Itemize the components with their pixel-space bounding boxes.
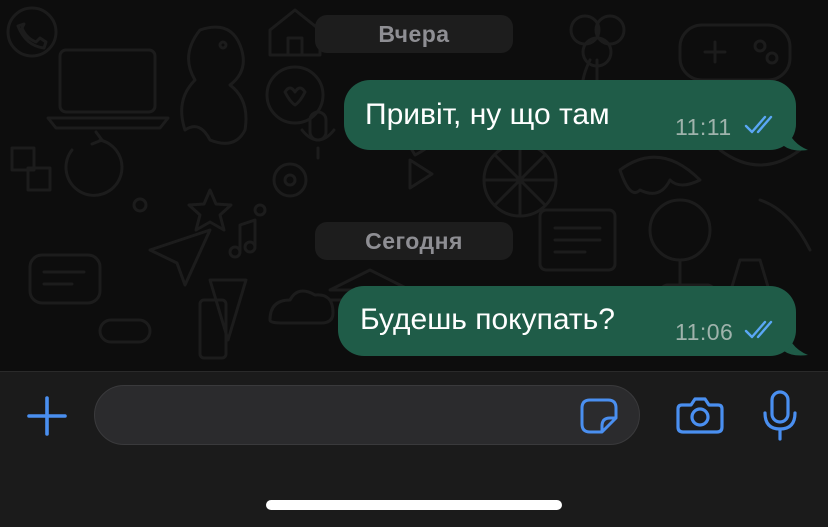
message-text: Будешь покупать? (360, 303, 615, 336)
chat-area[interactable]: Вчера Привіт, ну що там 11:11 Сегодня Бу… (0, 0, 828, 371)
message-timestamp: 11:06 (675, 319, 734, 345)
sticker-icon[interactable] (580, 398, 618, 434)
message-input-bar (0, 371, 828, 527)
message-timestamp: 11:11 (675, 114, 732, 140)
plus-icon[interactable] (26, 395, 68, 437)
date-separator-yesterday: Вчера (315, 15, 513, 53)
home-indicator[interactable] (266, 500, 562, 510)
message-input[interactable] (94, 385, 640, 445)
chat-screen: Вчера Привіт, ну що там 11:11 Сегодня Бу… (0, 0, 828, 527)
input-bar-divider (0, 371, 828, 372)
message-bubble-outgoing[interactable]: Будешь покупать? 11:06 (338, 286, 796, 356)
microphone-icon[interactable] (761, 389, 799, 443)
message-text: Привіт, ну що там (365, 98, 610, 131)
message-bubble-outgoing[interactable]: Привіт, ну що там 11:11 (344, 80, 796, 150)
date-separator-today: Сегодня (315, 222, 513, 260)
double-check-icon (744, 320, 773, 339)
camera-icon[interactable] (676, 395, 724, 435)
double-check-icon (744, 115, 773, 134)
